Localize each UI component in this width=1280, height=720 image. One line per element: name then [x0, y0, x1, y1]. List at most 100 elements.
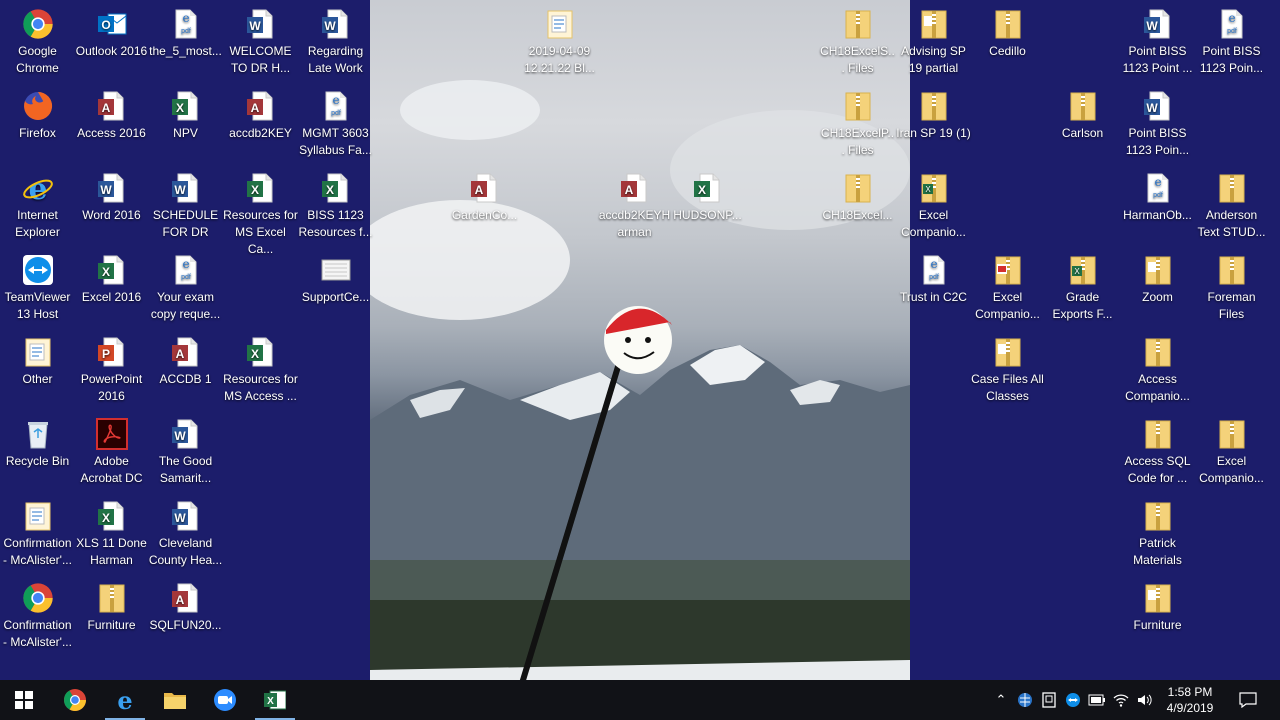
desktop-icon[interactable]: Aaccdb2KEY	[223, 86, 298, 142]
desktop-icon-label: Access Companio...	[1125, 372, 1190, 403]
desktop-icon[interactable]: CH18ExcelP... Files	[820, 86, 895, 159]
desktop-icon[interactable]: SupportCe...	[298, 250, 373, 306]
desktop-icon[interactable]: Firefox	[0, 86, 75, 142]
desktop-icon[interactable]: X Resources for MS Access ...	[223, 332, 298, 405]
desktop-icon-label: Advising SP 19 partial	[901, 44, 966, 75]
desktop-icon[interactable]: X HUDSONP...	[670, 168, 745, 224]
desktop-icon-label: Internet Explorer	[15, 208, 60, 239]
desktop-icon[interactable]: Advising SP 19 partial	[896, 4, 971, 77]
desktop-icon-label: The Good Samarit...	[158, 454, 213, 485]
zip-icon	[96, 582, 128, 614]
desktop-icon[interactable]: P PowerPoint 2016	[74, 332, 149, 405]
svg-text:W: W	[174, 183, 186, 197]
chevron-up-icon[interactable]: ⌃	[992, 691, 1010, 709]
desktop-icon[interactable]: Recycle Bin	[0, 414, 75, 470]
volume-icon[interactable]	[1136, 691, 1154, 709]
svg-text:W: W	[249, 19, 261, 33]
desktop-icon[interactable]: A SQLFUN20...	[148, 578, 223, 634]
desktop-icon[interactable]: Access Companio...	[1120, 332, 1195, 405]
desktop-icon[interactable]: 2019-04-09 12.21.22 Bl...	[522, 4, 597, 77]
excel-icon: X	[245, 172, 277, 204]
desktop-icon[interactable]: X Excel 2016	[74, 250, 149, 306]
desktop-icon[interactable]: W Regarding Late Work	[298, 4, 373, 77]
desktop-icon[interactable]: Case Files All Classes	[970, 332, 1045, 405]
desktop-icon[interactable]: TeamViewer 13 Host	[0, 250, 75, 323]
action-center-icon[interactable]	[1238, 691, 1258, 709]
desktop-icon[interactable]: W Point BISS 1123 Point ...	[1120, 4, 1195, 77]
desktop-icon[interactable]: Excel Companio...	[970, 250, 1045, 323]
pdf-icon: e pdf	[320, 90, 352, 122]
desktop-icon[interactable]: Furniture	[74, 578, 149, 634]
start-button[interactable]	[0, 680, 48, 720]
desktop-icon[interactable]: W Word 2016	[74, 168, 149, 224]
desktop-icon[interactable]: Other	[0, 332, 75, 388]
desktop-icon-label: Point BISS 1123 Point ...	[1122, 44, 1193, 75]
desktop-icon[interactable]: Adobe Acrobat DC	[74, 414, 149, 487]
word-icon: W	[170, 500, 202, 532]
desktop-icon[interactable]: Google Chrome	[0, 4, 75, 77]
desktop-icon[interactable]: Confirmation - McAlister'...	[0, 496, 75, 569]
taskbar-zoom-button[interactable]	[201, 680, 249, 720]
desktop-icon[interactable]: Anderson Text STUD...	[1194, 168, 1269, 241]
desktop-icon[interactable]: W WELCOME TO DR H...	[223, 4, 298, 77]
desktop-icon[interactable]: X Resources for MS Excel Ca...	[223, 168, 298, 258]
svg-text:A: A	[624, 183, 633, 197]
taskbar-chrome-button[interactable]	[51, 680, 99, 720]
desktop-icon[interactable]: Cedillo	[970, 4, 1045, 60]
desktop-icon[interactable]: Patrick Materials	[1120, 496, 1195, 569]
desktop-icon[interactable]: Zoom	[1120, 250, 1195, 306]
teamviewer-icon[interactable]	[1064, 691, 1082, 709]
desktop-icon[interactable]: Carlson	[1045, 86, 1120, 142]
desktop-icon[interactable]: e pdf Trust in C2C	[896, 250, 971, 306]
svg-text:e: e	[1228, 11, 1235, 25]
desktop-icon[interactable]: e pdf MGMT 3603 Syllabus Fa...	[298, 86, 373, 159]
desktop-icon[interactable]: Foreman Files	[1194, 250, 1269, 323]
desktop-icon[interactable]: Confirmation - McAlister'...	[0, 578, 75, 651]
taskbar-clock[interactable]: 1:58 PM 4/9/2019	[1162, 684, 1218, 716]
taskbar-excel-button[interactable]: X	[251, 680, 299, 720]
desktop-icon[interactable]: Access SQL Code for ...	[1120, 414, 1195, 487]
desktop-icon[interactable]: W Point BISS 1123 Poin...	[1120, 86, 1195, 159]
battery-icon[interactable]	[1088, 691, 1106, 709]
globe-icon[interactable]	[1016, 691, 1034, 709]
excel-icon: X	[264, 690, 286, 710]
desktop-icon[interactable]: Aaccdb2KEYHarman	[597, 168, 672, 241]
desktop-icon-label: SQLFUN20...	[149, 618, 222, 632]
desktop-icon[interactable]: CH18ExcelS... Files	[820, 4, 895, 77]
desktop-icon[interactable]: A Access 2016	[74, 86, 149, 142]
svg-text:W: W	[1146, 19, 1158, 33]
desktop-icon[interactable]: A GardenCo...	[447, 168, 522, 224]
desktop-icon[interactable]: CH18Excel...	[820, 168, 895, 224]
desktop-icon[interactable]: X BISS 1123 Resources f...	[298, 168, 373, 241]
svg-text:W: W	[174, 429, 186, 443]
desktop-icon[interactable]: e Internet Explorer	[0, 168, 75, 241]
desktop-icon[interactable]: W SCHEDULE FOR DR	[148, 168, 223, 241]
desktop-icon[interactable]: W The Good Samarit...	[148, 414, 223, 487]
desktop-icon[interactable]: X NPV	[148, 86, 223, 142]
desktop-icon[interactable]: O Outlook 2016	[74, 4, 149, 60]
zip-doc-icon	[1142, 582, 1174, 614]
desktop-icon[interactable]: e pdf Point BISS 1123 Poin...	[1194, 4, 1269, 77]
desktop-icon-label: WELCOME TO DR H...	[229, 44, 292, 75]
taskbar-ie-button[interactable]: e	[101, 680, 149, 720]
desktop-icon[interactable]: W Cleveland County Hea...	[148, 496, 223, 569]
tablet-icon[interactable]	[1040, 691, 1058, 709]
desktop-icon-label: Confirmation - McAlister'...	[3, 536, 72, 567]
chrome-icon	[64, 689, 86, 711]
svg-text:X: X	[1074, 267, 1080, 276]
desktop-icon-label: Access 2016	[77, 126, 146, 140]
desktop-icon[interactable]: X Excel Companio...	[896, 168, 971, 241]
desktop-icon[interactable]: Iran SP 19 (1)	[896, 86, 971, 142]
desktop-icon[interactable]: X Grade Exports F...	[1045, 250, 1120, 323]
desktop-icon[interactable]: Furniture	[1120, 578, 1195, 634]
desktop-icon[interactable]: e pdf Your exam copy reque...	[148, 250, 223, 323]
desktop-icon-label: BISS 1123 Resources f...	[298, 208, 373, 239]
desktop-icon[interactable]: e pdf the_5_most...	[148, 4, 223, 60]
wifi-icon[interactable]	[1112, 691, 1130, 709]
desktop-icon[interactable]: X XLS 11 Done Harman	[74, 496, 149, 569]
zip-pdf-icon	[992, 254, 1024, 286]
taskbar-file-explorer-button[interactable]	[151, 680, 199, 720]
desktop-icon[interactable]: e pdf HarmanOb...	[1120, 168, 1195, 224]
desktop-icon[interactable]: Excel Companio...	[1194, 414, 1269, 487]
desktop-icon[interactable]: A ACCDB 1	[148, 332, 223, 388]
